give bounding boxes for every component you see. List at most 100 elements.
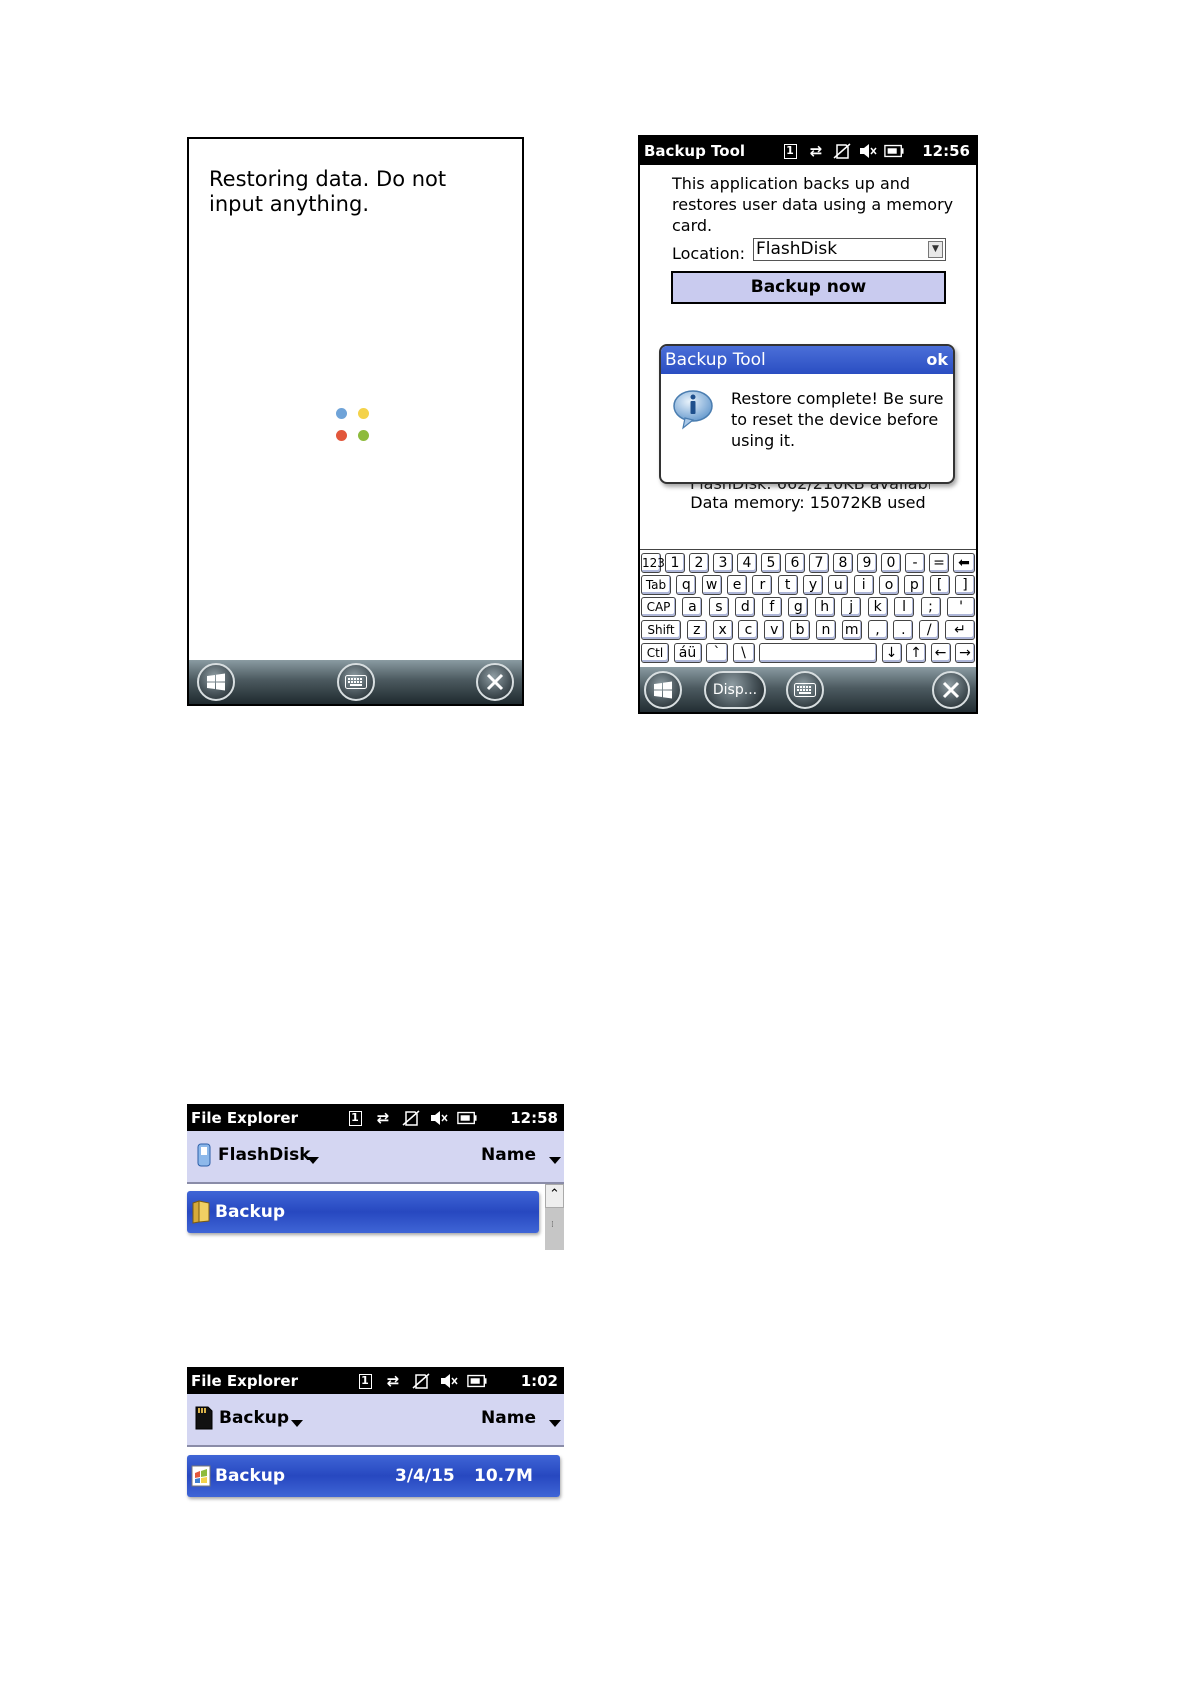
key-Tab[interactable]: Tab — [641, 575, 671, 595]
key-h[interactable]: h — [814, 597, 835, 617]
sort-dropdown[interactable]: Name — [481, 1408, 536, 1428]
close-icon — [486, 673, 504, 691]
file-list-item[interactable]: Backup — [187, 1191, 539, 1233]
key-;[interactable]: ; — [920, 597, 941, 617]
key-c[interactable]: c — [738, 620, 759, 640]
key--[interactable]: - — [905, 553, 925, 573]
key-.[interactable]: . — [893, 620, 914, 640]
title-bar: File Explorer 1 ⇄ 12:58 — [187, 1104, 564, 1131]
key-Shift[interactable]: Shift — [641, 620, 681, 640]
taskbar: Disp... — [640, 667, 976, 712]
key-CAP[interactable]: CAP — [641, 597, 676, 617]
key-f[interactable]: f — [761, 597, 782, 617]
scrollbar[interactable]: ⌃ ⁞ — [545, 1184, 564, 1250]
file-name: Backup — [215, 1202, 286, 1222]
key-m[interactable]: m — [841, 620, 862, 640]
volume-mute-icon — [439, 1372, 459, 1390]
folder-header: FlashDisk Name — [187, 1131, 564, 1184]
close-button[interactable] — [932, 671, 970, 709]
key-9[interactable]: 9 — [857, 553, 877, 573]
key-q[interactable]: q — [676, 575, 697, 595]
key-e[interactable]: e — [727, 575, 747, 595]
keyboard-button[interactable] — [786, 671, 824, 709]
key-][interactable]: ] — [955, 575, 975, 595]
sort-dropdown[interactable]: Name — [481, 1145, 536, 1165]
soft-keyboard: 123 1 2 3 4 5 6 7 8 9 0- = ⬅ Tab q w e r t y u i o p[] CAP a s d f… — [640, 549, 976, 668]
key-j[interactable]: j — [841, 597, 862, 617]
key-s[interactable]: s — [708, 597, 729, 617]
key-↵[interactable]: ↵ — [945, 620, 975, 640]
folder-dropdown[interactable]: Backup — [219, 1408, 289, 1428]
key-Ctl[interactable]: Ctl — [641, 643, 669, 663]
key-u[interactable]: u — [828, 575, 849, 595]
key-4[interactable]: 4 — [737, 553, 757, 573]
key-2[interactable]: 2 — [689, 553, 709, 573]
chevron-down-icon[interactable] — [291, 1420, 303, 1427]
start-button[interactable] — [197, 663, 235, 701]
chevron-down-icon[interactable] — [549, 1157, 561, 1164]
chevron-down-icon[interactable] — [549, 1420, 561, 1427]
app-title: Backup Tool — [644, 142, 746, 160]
key-8[interactable]: 8 — [833, 553, 853, 573]
key-⬅[interactable]: ⬅ — [953, 553, 975, 573]
key-123[interactable]: 123 — [641, 553, 665, 573]
key-t[interactable]: t — [777, 575, 798, 595]
key-v[interactable]: v — [764, 620, 785, 640]
key-=[interactable]: = — [929, 553, 949, 573]
file-date: 3/4/15 — [395, 1466, 455, 1486]
file-list-item[interactable]: Backup 3/4/15 10.7M — [187, 1455, 560, 1497]
key-n[interactable]: n — [815, 620, 836, 640]
chevron-down-icon[interactable] — [307, 1157, 319, 1164]
app-title: File Explorer — [191, 1109, 298, 1127]
key-0[interactable]: 0 — [881, 553, 901, 573]
dialog-ok-button[interactable]: ok — [926, 350, 948, 369]
key-k[interactable]: k — [867, 597, 888, 617]
key-d[interactable]: d — [735, 597, 756, 617]
key-[[interactable]: [ — [929, 575, 950, 595]
key-5[interactable]: 5 — [761, 553, 781, 573]
key-7[interactable]: 7 — [809, 553, 829, 573]
key-y[interactable]: y — [803, 575, 823, 595]
clock: 12:58 — [510, 1109, 558, 1127]
start-button[interactable] — [644, 671, 682, 709]
key-r[interactable]: r — [752, 575, 773, 595]
key-áü[interactable]: áü — [673, 643, 702, 663]
folder-dropdown[interactable]: FlashDisk — [218, 1145, 311, 1165]
folder-icon — [192, 1200, 210, 1224]
key-↑[interactable]: ↑ — [906, 643, 926, 663]
key-→[interactable]: → — [955, 643, 975, 663]
key-'[interactable]: ' — [947, 597, 975, 617]
key-b[interactable]: b — [790, 620, 811, 640]
sim-slot-icon: 1 — [355, 1372, 375, 1390]
key-←[interactable]: ← — [930, 643, 951, 663]
key-3[interactable]: 3 — [713, 553, 733, 573]
key-↓[interactable]: ↓ — [881, 643, 902, 663]
keyboard-icon — [345, 675, 367, 689]
scroll-up-icon[interactable]: ⌃ — [545, 1184, 564, 1208]
key-p[interactable]: p — [904, 575, 925, 595]
backup-now-button[interactable]: Backup now — [671, 271, 946, 304]
key-a[interactable]: a — [682, 597, 703, 617]
key-i[interactable]: i — [853, 575, 874, 595]
keyboard-button[interactable] — [337, 663, 375, 701]
key-\[interactable]: \ — [732, 643, 755, 663]
key-1[interactable]: 1 — [665, 553, 685, 573]
key-z[interactable]: z — [686, 620, 707, 640]
location-select[interactable]: FlashDisk ▼ — [753, 238, 946, 261]
disp-button[interactable]: Disp... — [704, 671, 766, 709]
key-`[interactable]: ` — [706, 643, 728, 663]
key-space[interactable] — [759, 643, 877, 663]
chevron-down-icon[interactable]: ▼ — [928, 241, 943, 258]
key-,[interactable]: , — [867, 620, 888, 640]
key-l[interactable]: l — [894, 597, 915, 617]
key-x[interactable]: x — [712, 620, 733, 640]
close-button[interactable] — [476, 663, 514, 701]
key-/[interactable]: / — [919, 620, 940, 640]
dialog-message: Restore complete! Be sure to reset the d… — [731, 389, 944, 450]
key-g[interactable]: g — [788, 597, 809, 617]
key-o[interactable]: o — [879, 575, 899, 595]
info-bubble-icon — [673, 390, 713, 430]
key-6[interactable]: 6 — [785, 553, 805, 573]
key-w[interactable]: w — [701, 575, 722, 595]
flashdisk-icon — [197, 1143, 211, 1167]
